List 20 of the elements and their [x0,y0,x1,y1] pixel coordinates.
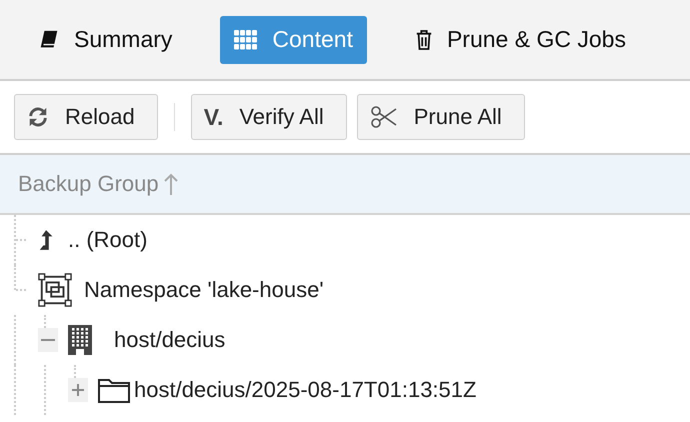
book-icon [38,28,60,50]
toolbar-button[interactable]: Prune All [356,94,525,140]
tree-item-label[interactable]: host/decius/2025-08-17T01:13:51Z [134,377,476,403]
trash-icon [414,28,433,50]
tree-item-label[interactable]: .. (Root) [68,227,148,253]
toolbar-button[interactable]: Reload [14,94,158,140]
tree-item-label[interactable]: host/decius [114,327,226,353]
tab[interactable]: Summary [24,16,186,64]
grid-icon [234,30,258,50]
folder-icon [98,377,130,403]
tree-item-label[interactable]: Namespace 'lake-house' [84,277,324,303]
expand-icon[interactable] [68,378,88,402]
collapse-icon[interactable] [38,328,58,352]
verify-icon: V. [204,104,224,130]
toolbar-button[interactable]: V. Verify All [190,94,347,140]
building-icon [68,325,92,355]
scissors-icon [370,106,398,128]
namespace-icon [38,273,72,307]
tab[interactable]: Prune & GC Jobs [400,16,640,64]
refresh-icon [27,106,49,128]
